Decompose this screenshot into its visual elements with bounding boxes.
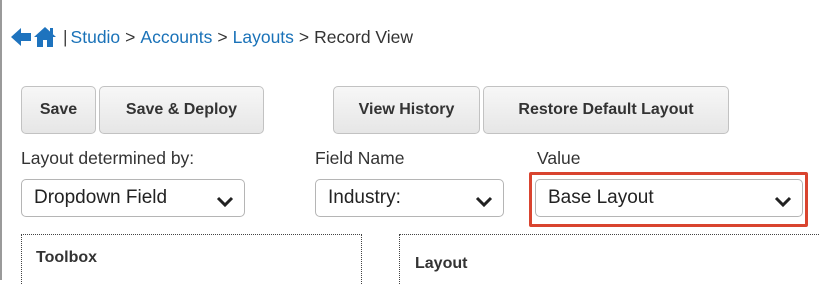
value-label: Value	[537, 148, 581, 168]
value-select-highlight	[529, 172, 808, 227]
breadcrumb-arrow: >	[217, 26, 228, 47]
home-icon[interactable]	[33, 26, 57, 48]
layout-determined-by-select[interactable]: Dropdown Field	[21, 179, 245, 217]
breadcrumb: | Studio > Accounts > Layouts > Record V…	[10, 22, 413, 52]
toolbox-title: Toolbox	[36, 249, 98, 266]
toolbox-panel: Toolbox	[21, 234, 362, 284]
layout-determined-by-label: Layout determined by:	[21, 148, 195, 168]
breadcrumb-separator: |	[63, 26, 68, 47]
left-border	[0, 0, 2, 280]
breadcrumb-link-studio[interactable]: Studio	[71, 27, 121, 48]
chevron-down-icon	[216, 192, 234, 208]
save-button[interactable]: Save	[21, 86, 96, 134]
save-deploy-button[interactable]: Save & Deploy	[99, 86, 264, 134]
layout-determined-by-value: Dropdown Field	[34, 187, 168, 208]
back-arrow-icon[interactable]	[10, 26, 32, 48]
chevron-down-icon	[475, 192, 493, 208]
breadcrumb-current: Record View	[314, 26, 414, 47]
layout-title: Layout	[415, 255, 468, 272]
field-name-label: Field Name	[315, 148, 405, 168]
breadcrumb-arrow: >	[125, 26, 136, 47]
field-name-select[interactable]: Industry:	[315, 179, 504, 217]
breadcrumb-link-layouts[interactable]: Layouts	[233, 27, 294, 48]
restore-default-layout-button[interactable]: Restore Default Layout	[483, 86, 729, 134]
field-name-value: Industry:	[328, 187, 401, 208]
breadcrumb-arrow: >	[298, 26, 310, 47]
layout-panel: Layout	[399, 234, 819, 284]
view-history-button[interactable]: View History	[333, 86, 480, 134]
breadcrumb-link-accounts[interactable]: Accounts	[140, 27, 212, 48]
